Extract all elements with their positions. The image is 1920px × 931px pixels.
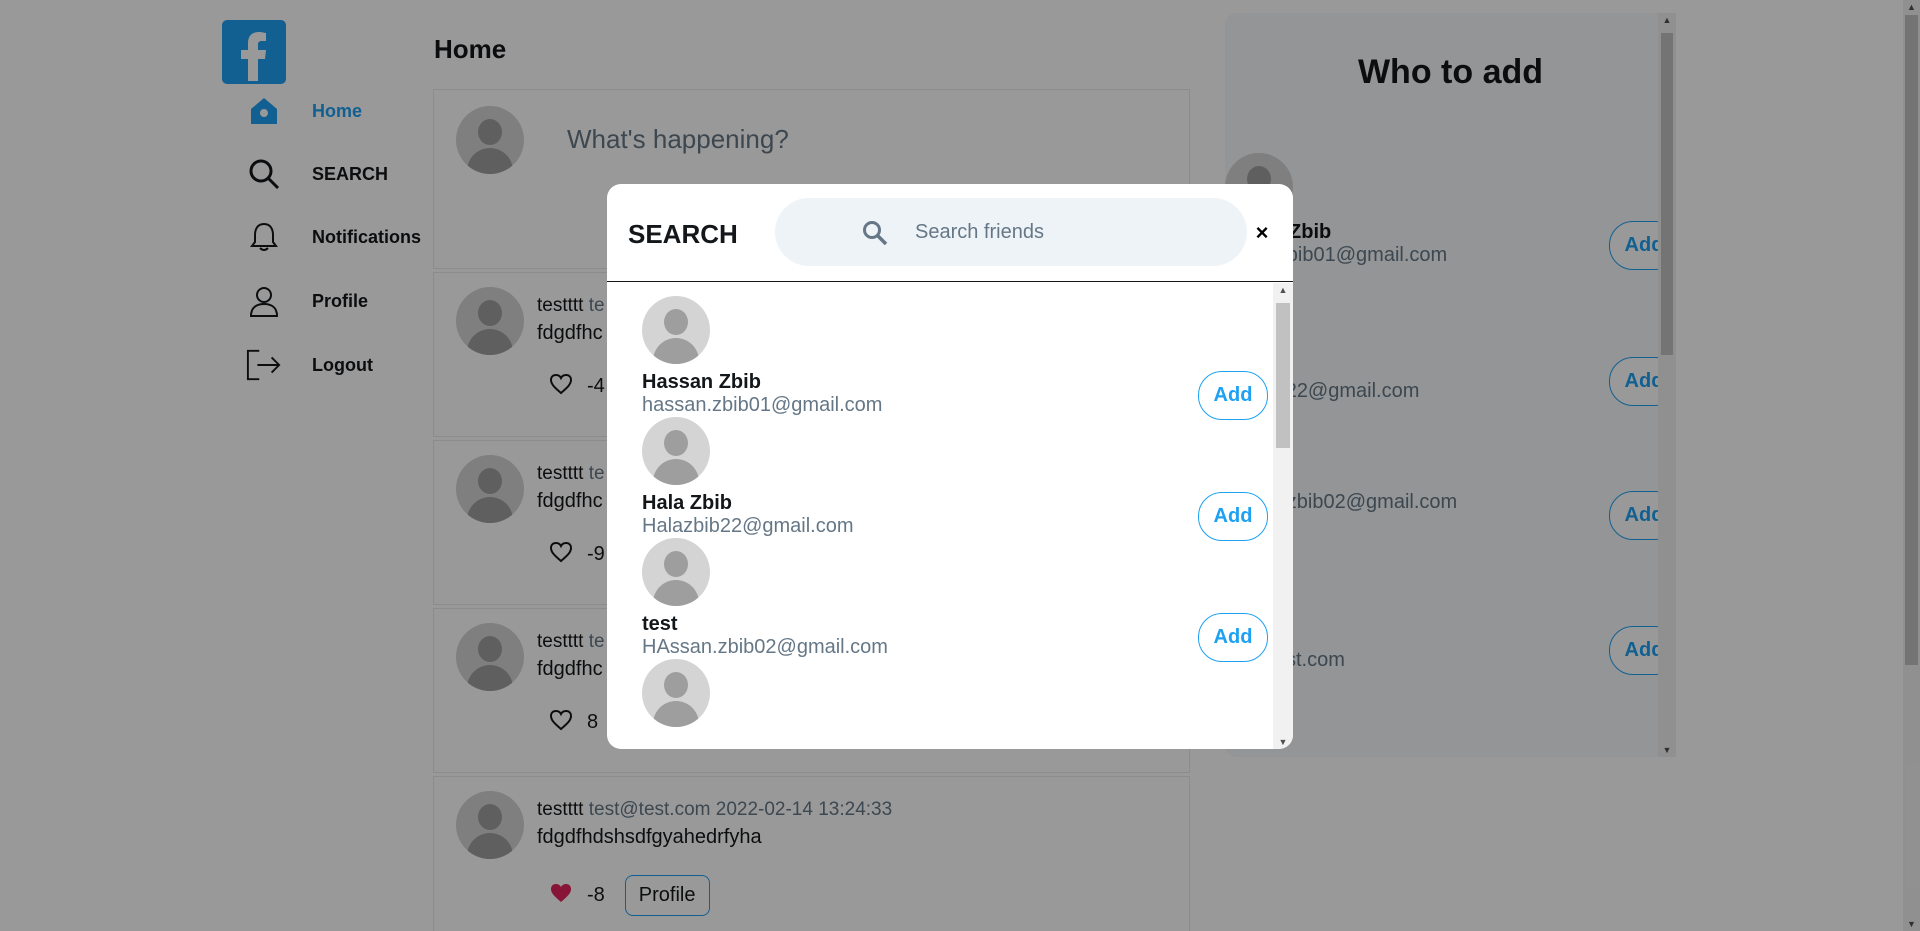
add-button[interactable]: Add [1198,492,1268,541]
scroll-down-arrow-icon[interactable]: ▼ [1273,737,1293,747]
search-result-item: test HAssan.zbib02@gmail.com Add [642,538,1268,662]
search-icon [862,220,888,251]
add-button[interactable]: Add [1198,613,1268,662]
search-input[interactable] [915,216,1225,248]
avatar [642,538,710,606]
search-result-item: Hassan Zbib hassan.zbib01@gmail.com Add [642,296,1268,420]
result-name: Hala Zbib [642,492,733,514]
add-button[interactable]: Add [1198,371,1268,420]
avatar [642,659,710,727]
result-email: Halazbib22@gmail.com [642,515,854,537]
avatar [642,296,710,364]
scrollbar-thumb[interactable] [1276,303,1290,448]
scroll-up-arrow-icon[interactable]: ▲ [1273,285,1293,295]
result-email: HAssan.zbib02@gmail.com [642,636,888,658]
search-box[interactable] [775,198,1247,266]
search-result-item: Hala Zbib Halazbib22@gmail.com Add [642,417,1268,541]
modal-header: SEARCH × [607,184,1293,282]
avatar [642,417,710,485]
modal-title: SEARCH [628,219,738,249]
close-icon[interactable]: × [1247,218,1277,248]
search-result-item [642,659,1242,749]
result-email: hassan.zbib01@gmail.com [642,394,883,416]
result-name: test [642,613,678,635]
search-results-scrollbar[interactable]: ▲ ▼ [1273,283,1293,749]
result-name: Hassan Zbib [642,371,761,393]
search-results-list: Hassan Zbib hassan.zbib01@gmail.com Add … [607,283,1273,749]
search-modal: SEARCH × Hassan Zbib hassan.zbib01@gmail… [607,184,1293,749]
